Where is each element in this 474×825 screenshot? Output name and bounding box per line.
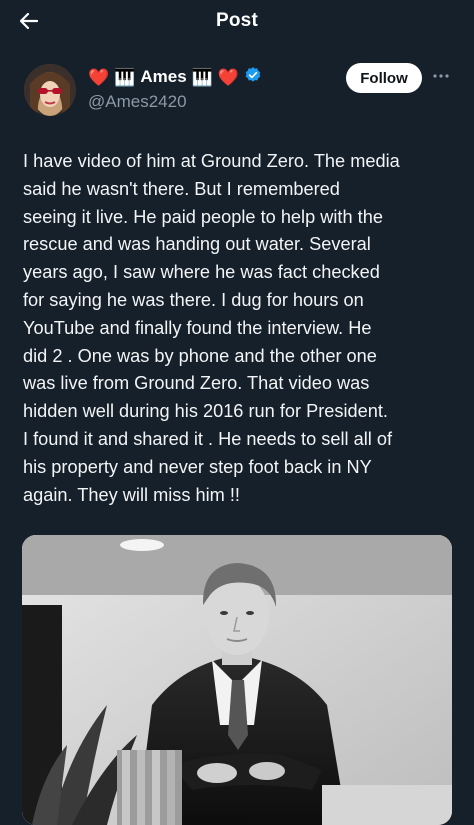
post-text-line: YouTube and finally found the interview.… — [23, 317, 372, 338]
post-text-line: again. They will miss him !! — [23, 484, 240, 505]
top-bar: Post — [0, 0, 474, 42]
post-text-line: for saying he was there. I dug for hours… — [23, 289, 364, 310]
post-text-line: rescue and was handing out water. Severa… — [23, 234, 371, 255]
post-photo[interactable] — [22, 535, 452, 825]
piano-emoji-icon: 🎹 — [191, 67, 213, 87]
avatar[interactable] — [24, 64, 76, 116]
post-text-line: said he wasn't there. But I remembered — [23, 178, 340, 199]
heart-emoji-icon: ❤️ — [217, 67, 239, 87]
author-name[interactable]: Ames — [140, 67, 186, 87]
more-dots-icon[interactable] — [431, 66, 451, 86]
post-text-line: seeing it live. He paid people to help w… — [23, 206, 383, 227]
post-text: I have video of him at Ground Zero. The … — [23, 148, 453, 509]
author-name-row[interactable]: ❤️ 🎹 Ames 🎹 ❤️ — [88, 66, 262, 88]
post-text-line: I have video of him at Ground Zero. The … — [23, 151, 400, 171]
post-text-line: years ago, I saw where he was fact check… — [23, 262, 380, 283]
post-text-line: hidden well during his 2016 run for Pres… — [23, 401, 388, 422]
page-title: Post — [216, 10, 258, 31]
verified-badge-icon — [244, 66, 262, 89]
post-text-line: I found it and shared it . He needs to s… — [23, 428, 393, 449]
heart-emoji-icon: ❤️ — [88, 67, 110, 87]
post-text-line: did 2 . One was by phone and the other o… — [23, 345, 377, 366]
post-text-line: was live from Ground Zero. That video wa… — [23, 373, 370, 394]
author-handle[interactable]: @Ames2420 — [88, 92, 187, 112]
piano-emoji-icon: 🎹 — [114, 67, 136, 87]
follow-button[interactable]: Follow — [346, 63, 422, 93]
post-text-line: his property and never step foot back in… — [23, 456, 372, 477]
